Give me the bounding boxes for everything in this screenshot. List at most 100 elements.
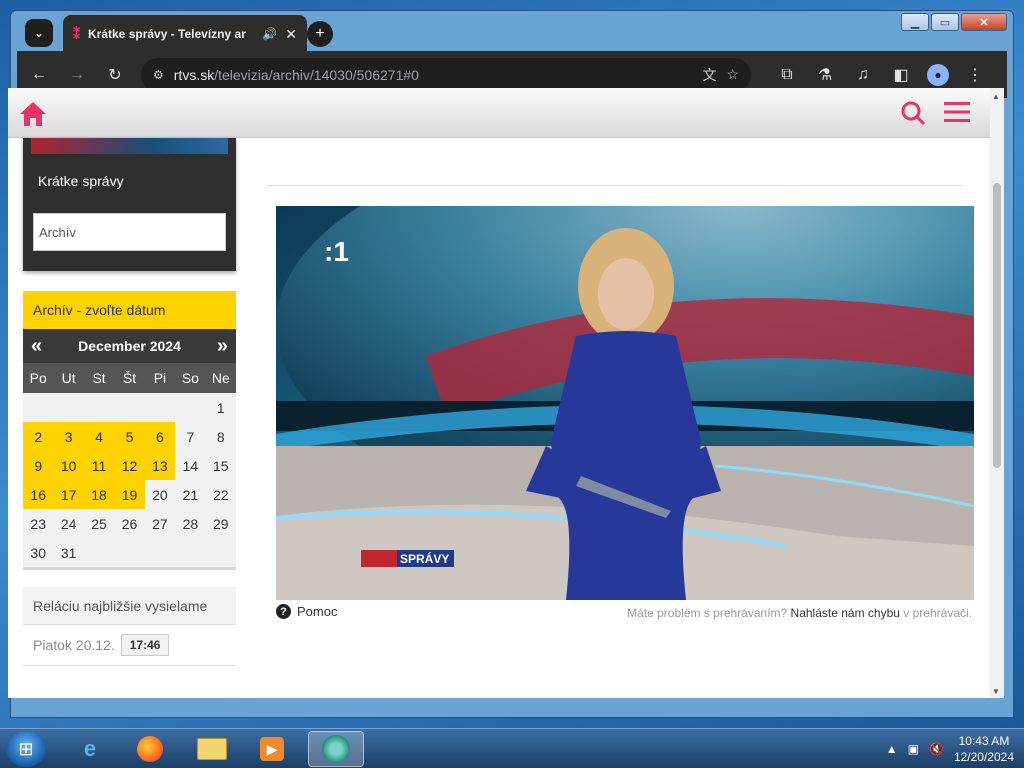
network-icon[interactable]: ▣ — [908, 742, 919, 756]
internet-explorer-icon[interactable]: e — [62, 731, 118, 767]
content-divider — [266, 185, 963, 186]
calendar-day[interactable]: 18 — [83, 480, 115, 509]
calendar-day: 22 — [212, 486, 229, 503]
tray-expand-icon[interactable]: ▲ — [886, 742, 898, 756]
video-player[interactable]: :1 SPRÁVY — [276, 206, 974, 600]
calendar-day: 1 — [216, 399, 225, 416]
labs-flask-icon[interactable]: ⚗ — [813, 65, 837, 85]
calendar-day[interactable]: 13 — [144, 451, 176, 480]
help-label: Pomoc — [297, 604, 338, 619]
show-info-box: Krátke správy Archív — [23, 138, 236, 271]
active-tab[interactable]: ⁑ Krátke správy - Televízny ar 🔊 ✕ — [63, 15, 307, 53]
scroll-down-icon[interactable]: ▼ — [992, 687, 1000, 696]
calendar-day[interactable]: 17 — [53, 480, 84, 509]
calendar-day[interactable]: 9 — [23, 451, 54, 480]
calendar-day: 15 — [212, 457, 229, 474]
file-explorer-icon[interactable] — [184, 731, 240, 767]
video-frame: :1 SPRÁVY — [276, 206, 974, 600]
maximize-button[interactable]: ▭ — [931, 13, 959, 31]
chrome-taskbar-icon[interactable] — [308, 731, 364, 767]
sidebar: Krátke správy Archív Archív - zvoľte dát… — [23, 138, 236, 666]
toolbar-actions: ⧉ ⚗ ♫ ◧ ● ⋮ — [775, 63, 987, 86]
forward-arrow-icon[interactable]: → — [65, 66, 89, 84]
show-thumbnail[interactable] — [31, 138, 228, 154]
window-controls: ▁ ▭ ✕ — [901, 13, 1007, 31]
calendar-day: 29 — [212, 515, 229, 532]
calendar-empty-cell — [175, 538, 205, 567]
hamburger-menu-icon[interactable] — [944, 100, 970, 124]
question-icon: ? — [276, 604, 291, 619]
side-panel-icon[interactable]: ◧ — [889, 65, 913, 85]
next-broadcast-date: Piatok 20.12. — [33, 637, 115, 653]
lower-third-label: SPRÁVY — [400, 551, 449, 566]
profile-avatar-icon[interactable]: ● — [927, 63, 949, 86]
report-problem: Máte problém s prehrávaním? Nahláste nám… — [627, 606, 972, 620]
calendar-empty-cell — [53, 393, 83, 422]
media-controls-icon[interactable]: ♫ — [851, 66, 875, 84]
back-arrow-icon[interactable]: ← — [27, 66, 51, 84]
clock-date: 12/20/2024 — [953, 750, 1014, 764]
calendar-day[interactable]: 3 — [53, 422, 84, 451]
weekday-label: Ne — [211, 370, 230, 386]
volume-muted-icon[interactable]: 🔇 — [929, 742, 944, 756]
scroll-up-icon[interactable]: ▲ — [992, 92, 1000, 101]
calendar-day[interactable]: 11 — [83, 451, 115, 480]
calendar-empty-cell — [206, 538, 236, 567]
site-info-icon[interactable]: ⚙ — [153, 68, 164, 82]
calendar-weekdays: Po Ut St Št Pi So Ne — [23, 363, 236, 393]
calendar-day[interactable]: 19 — [114, 480, 145, 509]
rtvs-favicon-icon: ⁑ — [73, 25, 80, 42]
calendar-day[interactable]: 2 — [23, 422, 54, 451]
tab-search-button[interactable]: ⌄ — [25, 19, 53, 47]
calendar-day[interactable]: 12 — [114, 451, 145, 480]
channel-logo: :1 — [324, 236, 349, 267]
start-button[interactable]: ⊞ — [6, 731, 46, 767]
tab-strip: ⌄ ⁑ Krátke správy - Televízny ar 🔊 ✕ + — [17, 15, 837, 53]
calendar-empty-cell — [114, 538, 144, 567]
calendar-day: 31 — [60, 544, 77, 561]
page-viewport: Krátke správy Archív Archív - zvoľte dát… — [8, 88, 990, 698]
calendar-day: 28 — [182, 515, 199, 532]
calendar-prev-month[interactable]: « — [31, 335, 42, 358]
home-icon[interactable] — [18, 100, 48, 128]
show-title[interactable]: Krátke správy — [23, 154, 236, 189]
calendar-next-month[interactable]: » — [217, 335, 228, 358]
address-bar[interactable]: ⚙ rtvs.sk/televizia/archiv/14030/506271#… — [141, 57, 751, 92]
media-player-icon[interactable]: ▶ — [244, 731, 300, 767]
tab-title: Krátke správy - Televízny ar — [88, 27, 246, 41]
extensions-icon[interactable]: ⧉ — [775, 66, 799, 84]
calendar-grid: 1 2 3 4 5 6 7 8 9 10 11 12 13 14 15 16 17 18 19 20 21 22 23 24 2… — [23, 393, 236, 567]
search-icon[interactable] — [900, 100, 926, 126]
calendar-day[interactable]: 5 — [114, 422, 145, 451]
archive-button[interactable]: Archív — [33, 213, 226, 251]
close-window-button[interactable]: ✕ — [961, 13, 1007, 31]
report-link[interactable]: Nahláste nám chybu — [791, 606, 900, 620]
translate-icon[interactable]: 文 — [702, 65, 716, 85]
clock-time: 10:43 AM — [958, 734, 1010, 748]
calendar-day: 24 — [60, 515, 77, 532]
url-text[interactable]: rtvs.sk/televizia/archiv/14030/506271#0 — [174, 67, 693, 83]
weekday-label: So — [181, 370, 199, 386]
help-link[interactable]: ? Pomoc — [276, 604, 337, 619]
calendar-empty-cell — [145, 393, 175, 422]
new-tab-button[interactable]: + — [307, 21, 333, 47]
calendar-day: 21 — [182, 486, 199, 503]
reload-icon[interactable]: ↻ — [103, 65, 127, 85]
report-suffix: v prehrávači. — [903, 606, 972, 620]
calendar-day[interactable]: 16 — [23, 480, 54, 509]
audio-playing-icon[interactable]: 🔊 — [262, 27, 277, 41]
taskbar-clock[interactable]: 10:43 AM 12/20/2024 — [954, 733, 1014, 765]
calendar-day[interactable]: 10 — [53, 451, 84, 480]
report-prefix: Máte problém s prehrávaním? — [627, 606, 788, 620]
firefox-icon[interactable] — [122, 731, 178, 767]
site-header — [8, 88, 990, 138]
minimize-button[interactable]: ▁ — [901, 13, 929, 31]
calendar-day[interactable]: 6 — [144, 422, 176, 451]
bookmark-star-icon[interactable]: ☆ — [726, 66, 739, 83]
scroll-thumb[interactable] — [993, 183, 1001, 468]
page-scrollbar[interactable]: ▲ ▼ — [990, 88, 1004, 698]
calendar-empty-cell — [84, 393, 114, 422]
tab-close-icon[interactable]: ✕ — [285, 26, 297, 43]
menu-kebab-icon[interactable]: ⋮ — [963, 65, 987, 85]
calendar-day[interactable]: 4 — [83, 422, 115, 451]
